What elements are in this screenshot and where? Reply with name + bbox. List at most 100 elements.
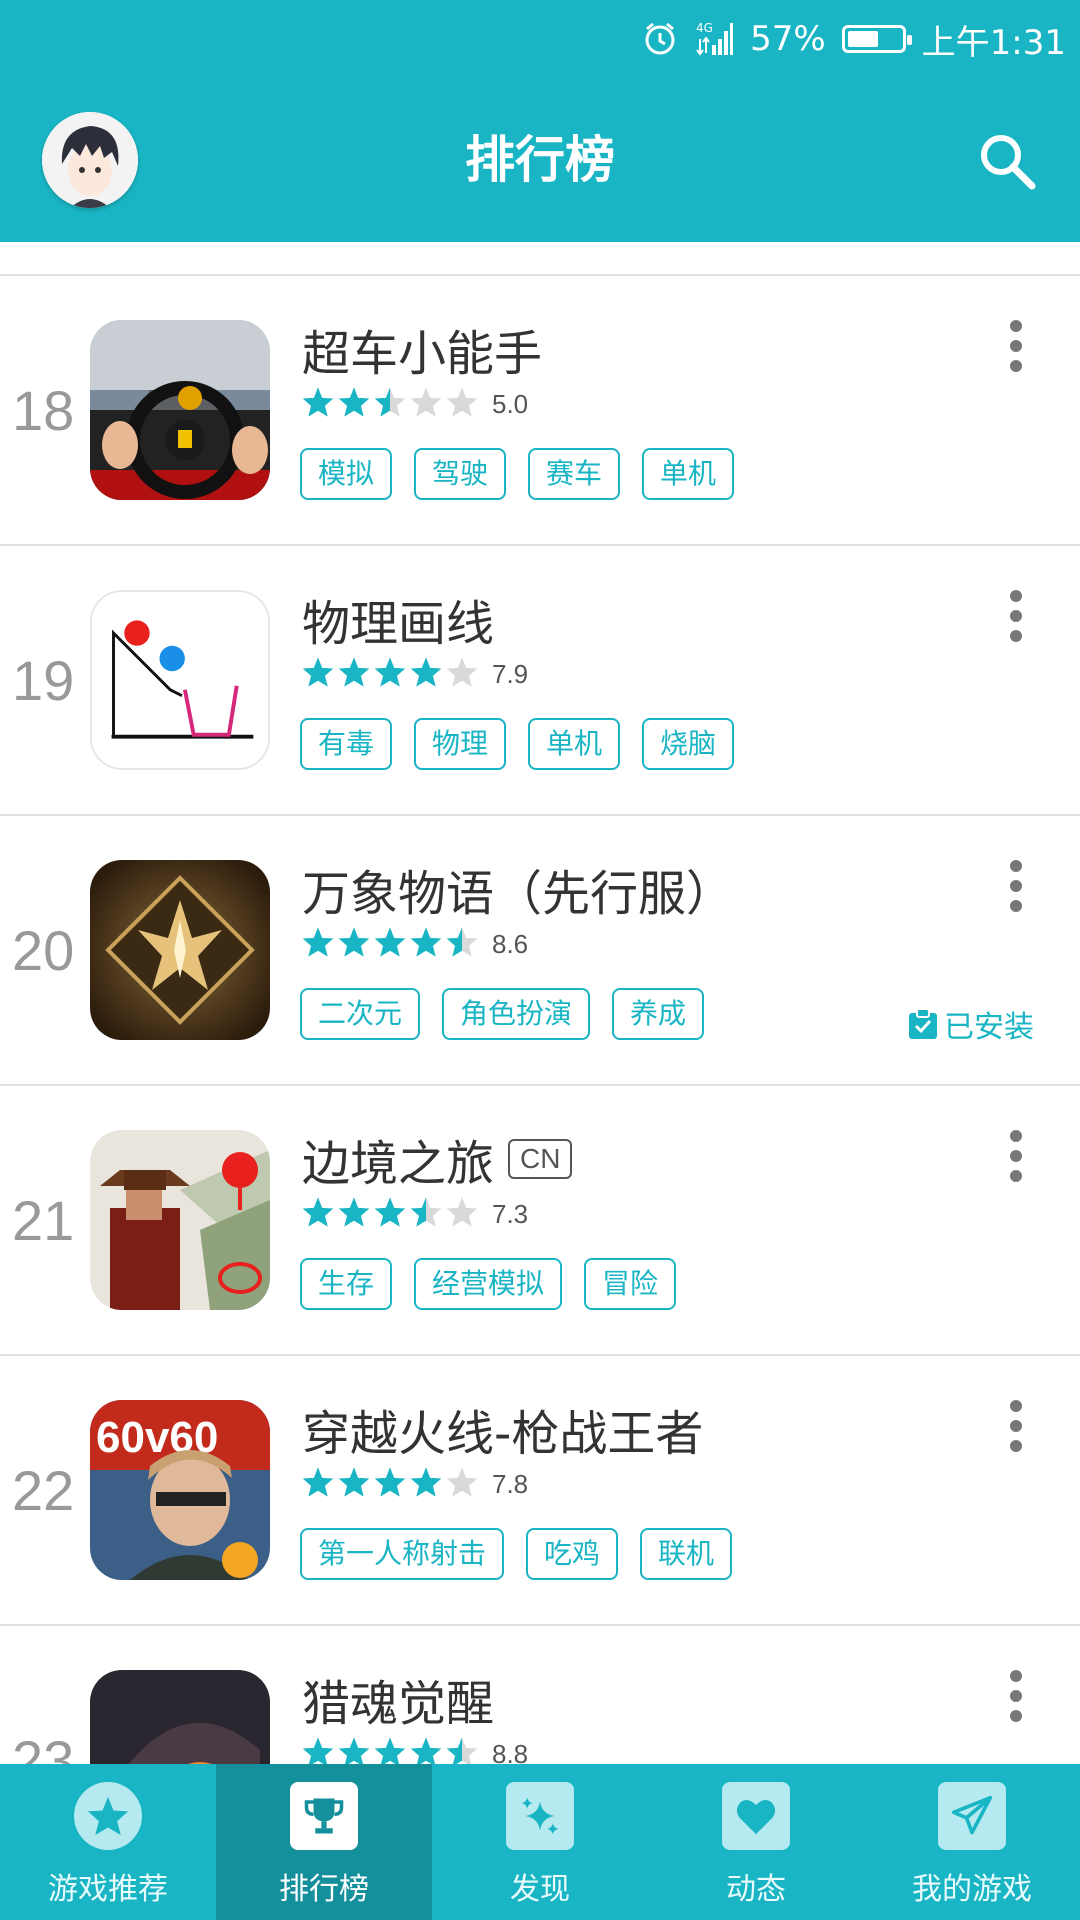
- status-icons: 4G 57% 上午1:31: [642, 0, 1066, 78]
- rank-number: 19: [12, 649, 75, 712]
- tag[interactable]: 驾驶: [414, 448, 507, 500]
- tag-list: 模拟 驾驶 赛车 单机: [300, 448, 735, 500]
- tag[interactable]: 有毒: [300, 718, 393, 770]
- tag[interactable]: 冒险: [584, 1258, 677, 1310]
- app-icon[interactable]: 60v60: [90, 1400, 270, 1580]
- star-empty-icon: [410, 387, 442, 417]
- star-rating: 7.9: [300, 656, 528, 692]
- nav-label: 游戏推荐: [48, 1872, 168, 1907]
- app-icon[interactable]: [90, 1130, 270, 1310]
- star-full-icon: [410, 657, 442, 687]
- stars: [300, 1736, 480, 1764]
- star-full-icon: [374, 1467, 406, 1497]
- ranking-list[interactable]: 18 超车小能手 5.0 模拟 驾驶 赛车 单机 19 物理画线 7.9 有毒 …: [0, 242, 1080, 1764]
- app-name: 穿越火线-枪战王者: [302, 1406, 704, 1462]
- network-type-label: 4G: [696, 21, 713, 35]
- star-rating: 7.8: [300, 1466, 528, 1502]
- app-name: 万象物语（先行服）: [302, 866, 735, 922]
- tag[interactable]: 联机: [640, 1528, 733, 1580]
- nav-tab-activity[interactable]: 动态: [648, 1764, 864, 1920]
- rank-number: 22: [12, 1459, 75, 1522]
- clipboard-check-icon: [909, 1008, 937, 1039]
- app-icon[interactable]: [90, 320, 270, 500]
- nav-label: 动态: [726, 1872, 786, 1907]
- star-empty-icon: [446, 387, 478, 417]
- rating-score: 7.9: [492, 658, 529, 689]
- tag-list: 有毒 物理 单机 烧脑: [300, 718, 735, 770]
- app-icon[interactable]: [90, 1670, 270, 1764]
- app-icon[interactable]: [90, 590, 270, 770]
- nav-label: 发现: [510, 1872, 570, 1907]
- rating-score: 8.6: [492, 928, 529, 959]
- tag[interactable]: 生存: [300, 1258, 393, 1310]
- star-full-icon: [374, 1737, 406, 1764]
- star-full-icon: [302, 1467, 334, 1497]
- list-divider: [0, 242, 1080, 276]
- list-item[interactable]: 19 物理画线 7.9 有毒 物理 单机 烧脑: [0, 546, 1080, 816]
- rank-number: 23: [12, 1729, 75, 1764]
- star-full-icon: [338, 1197, 370, 1227]
- list-item[interactable]: 18 超车小能手 5.0 模拟 驾驶 赛车 单机: [0, 276, 1080, 546]
- search-icon: [981, 135, 1036, 190]
- tag[interactable]: 模拟: [300, 448, 393, 500]
- nav-tab-my-games[interactable]: 我的游戏: [864, 1764, 1080, 1920]
- more-options-button[interactable]: [1002, 860, 1030, 916]
- battery-percent: 57%: [750, 19, 826, 59]
- more-options-button[interactable]: [1002, 1130, 1030, 1186]
- tag[interactable]: 吃鸡: [526, 1528, 619, 1580]
- list-item[interactable]: 23 猎魂觉醒 8.8: [0, 1626, 1080, 1764]
- more-options-button[interactable]: [1002, 320, 1030, 376]
- star-half-icon: [374, 387, 406, 417]
- star-empty-icon: [446, 1197, 478, 1227]
- more-options-button[interactable]: [1002, 590, 1030, 646]
- tag-list: 生存 经营模拟 冒险: [300, 1258, 677, 1310]
- tag[interactable]: 烧脑: [642, 718, 735, 770]
- tag[interactable]: 第一人称射击: [300, 1528, 505, 1580]
- nav-tab-ranking[interactable]: 排行榜: [216, 1764, 432, 1920]
- star-full-icon: [410, 1737, 442, 1764]
- star-full-icon: [302, 927, 334, 957]
- star-half-icon: [410, 1197, 442, 1227]
- page-title: 排行榜: [465, 131, 615, 189]
- rank-number: 20: [12, 919, 75, 982]
- star-rating: 8.6: [300, 926, 528, 962]
- nav-tab-recommend[interactable]: 游戏推荐: [0, 1764, 216, 1920]
- star-rating: 7.3: [300, 1196, 528, 1232]
- tag[interactable]: 养成: [612, 988, 705, 1040]
- rank-number: 18: [12, 379, 75, 442]
- alarm-icon: [642, 21, 678, 57]
- star-full-icon: [302, 1737, 334, 1764]
- list-item[interactable]: 22 60v60 穿越火线-枪战王者 7.8 第一人称射击 吃鸡 联机: [0, 1356, 1080, 1626]
- region-badge: CN: [508, 1139, 573, 1179]
- tag[interactable]: 物理: [414, 718, 507, 770]
- rating-score: 7.8: [492, 1468, 529, 1499]
- tag[interactable]: 角色扮演: [442, 988, 591, 1040]
- nav-tab-discover[interactable]: 发现: [432, 1764, 648, 1920]
- paper-plane-icon: [938, 1782, 1006, 1850]
- list-item[interactable]: 21 边境之旅 CN 7.3 生存 经营模拟 冒险: [0, 1086, 1080, 1356]
- list-item[interactable]: 20 万象物语（先行服） 8.6 二次元 角色扮演 养成 已安装: [0, 816, 1080, 1086]
- app-name: 边境之旅: [302, 1136, 495, 1192]
- rank-number: 21: [12, 1189, 75, 1252]
- stars: [300, 656, 480, 692]
- star-full-icon: [338, 927, 370, 957]
- tag[interactable]: 单机: [528, 718, 621, 770]
- stars: [300, 386, 480, 422]
- more-options-button[interactable]: [1002, 1670, 1030, 1726]
- app-icon[interactable]: [90, 860, 270, 1040]
- tag-list: 二次元 角色扮演 养成: [300, 988, 705, 1040]
- app-name: 超车小能手: [302, 326, 543, 382]
- search-button[interactable]: [976, 130, 1038, 192]
- stars: [300, 1466, 480, 1502]
- star-rating: 8.8: [300, 1736, 528, 1764]
- star-empty-icon: [446, 657, 478, 687]
- tag[interactable]: 二次元: [300, 988, 421, 1040]
- tag[interactable]: 赛车: [528, 448, 621, 500]
- nav-label: 排行榜: [279, 1872, 369, 1907]
- tag[interactable]: 经营模拟: [414, 1258, 563, 1310]
- heart-icon: [722, 1782, 790, 1850]
- tag[interactable]: 单机: [642, 448, 735, 500]
- star-full-icon: [338, 1737, 370, 1764]
- stars: [300, 1196, 480, 1232]
- more-options-button[interactable]: [1002, 1400, 1030, 1456]
